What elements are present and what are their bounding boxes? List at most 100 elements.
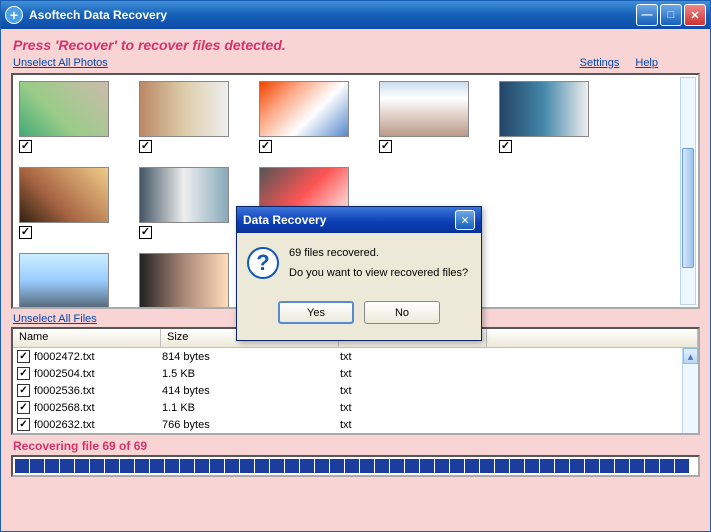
progress-segment <box>330 459 344 473</box>
photo-item[interactable] <box>19 167 109 239</box>
file-row[interactable]: f0002568.txt1.1 KBtxt <box>13 399 698 416</box>
file-size: 1.1 KB <box>162 402 340 414</box>
thumbnail-image <box>139 167 229 223</box>
file-row[interactable]: f0002632.txt766 bytestxt <box>13 416 698 433</box>
progress-segment <box>525 459 539 473</box>
files-scrollbar[interactable]: ▴ <box>682 348 698 433</box>
scrollbar-thumb[interactable] <box>682 148 694 268</box>
column-header-empty <box>487 329 698 347</box>
progress-segment <box>630 459 644 473</box>
file-name: f0002568.txt <box>34 402 162 414</box>
progress-segment <box>210 459 224 473</box>
dialog-close-button[interactable]: ✕ <box>455 210 475 230</box>
photo-checkbox[interactable] <box>259 140 272 153</box>
progress-segment <box>480 459 494 473</box>
progress-segment <box>180 459 194 473</box>
photo-item[interactable] <box>139 253 229 309</box>
progress-segment <box>600 459 614 473</box>
progress-segment <box>255 459 269 473</box>
progress-segment <box>360 459 374 473</box>
progress-segment <box>90 459 104 473</box>
recovery-dialog: Data Recovery ✕ ? 69 files recovered. Do… <box>236 206 482 341</box>
progress-segment <box>345 459 359 473</box>
progress-segment <box>30 459 44 473</box>
yes-button[interactable]: Yes <box>278 301 354 324</box>
photo-item[interactable] <box>139 81 229 153</box>
thumbnail-image <box>499 81 589 137</box>
dialog-message-2: Do you want to view recovered files? <box>289 267 468 279</box>
progress-segment <box>675 459 689 473</box>
photo-checkbox[interactable] <box>139 226 152 239</box>
progress-segment <box>660 459 674 473</box>
file-ext: txt <box>340 368 488 380</box>
file-row[interactable]: f0002472.txt814 bytestxt <box>13 348 698 365</box>
photo-item[interactable] <box>259 81 349 153</box>
photo-item[interactable] <box>139 167 229 239</box>
column-header-name[interactable]: Name <box>13 329 161 347</box>
progress-segment <box>315 459 329 473</box>
photo-checkbox[interactable] <box>139 140 152 153</box>
dialog-title-text: Data Recovery <box>243 213 455 227</box>
app-icon <box>5 6 23 24</box>
instruction-text: Press 'Recover' to recover files detecte… <box>1 29 710 55</box>
unselect-all-photos-link[interactable]: Unselect All Photos <box>13 57 108 69</box>
file-checkbox[interactable] <box>17 367 30 380</box>
photo-checkbox[interactable] <box>19 226 32 239</box>
progress-segment <box>645 459 659 473</box>
progress-segment <box>150 459 164 473</box>
thumbnail-image <box>139 253 229 309</box>
no-button[interactable]: No <box>364 301 440 324</box>
file-checkbox[interactable] <box>17 384 30 397</box>
progress-segment <box>225 459 239 473</box>
file-name: f0002472.txt <box>34 351 162 363</box>
file-checkbox[interactable] <box>17 350 30 363</box>
dialog-titlebar: Data Recovery ✕ <box>237 207 481 233</box>
progress-segment <box>240 459 254 473</box>
photo-checkbox[interactable] <box>499 140 512 153</box>
close-button[interactable]: ✕ <box>684 4 706 26</box>
progress-segment <box>465 459 479 473</box>
progress-segment <box>585 459 599 473</box>
progress-segment <box>135 459 149 473</box>
photo-checkbox[interactable] <box>379 140 392 153</box>
file-row[interactable]: f0002504.txt1.5 KBtxt <box>13 365 698 382</box>
progress-bar <box>11 455 700 477</box>
progress-segment <box>375 459 389 473</box>
photo-checkbox[interactable] <box>19 140 32 153</box>
file-checkbox[interactable] <box>17 401 30 414</box>
help-link[interactable]: Help <box>635 57 658 69</box>
file-ext: txt <box>340 385 488 397</box>
photo-item[interactable] <box>19 81 109 153</box>
progress-segment <box>450 459 464 473</box>
file-name: f0002536.txt <box>34 385 162 397</box>
progress-segment <box>195 459 209 473</box>
photo-item[interactable] <box>499 81 589 153</box>
progress-segment <box>45 459 59 473</box>
minimize-button[interactable]: — <box>636 4 658 26</box>
status-text: Recovering file 69 of 69 <box>1 435 710 455</box>
file-size: 1.5 KB <box>162 368 340 380</box>
progress-segment <box>435 459 449 473</box>
photo-item[interactable] <box>379 81 469 153</box>
titlebar: Asoftech Data Recovery — □ ✕ <box>1 1 710 29</box>
photos-scrollbar[interactable] <box>680 77 696 305</box>
file-size: 414 bytes <box>162 385 340 397</box>
file-name: f0002632.txt <box>34 419 162 431</box>
progress-segment <box>540 459 554 473</box>
file-checkbox[interactable] <box>17 418 30 431</box>
settings-link[interactable]: Settings <box>580 57 620 69</box>
file-row[interactable]: f0002536.txt414 bytestxt <box>13 382 698 399</box>
progress-segment <box>300 459 314 473</box>
maximize-button[interactable]: □ <box>660 4 682 26</box>
progress-segment <box>60 459 74 473</box>
window-title: Asoftech Data Recovery <box>29 8 636 22</box>
files-panel: Name Size Extension f0002472.txt814 byte… <box>11 327 700 435</box>
photo-item[interactable] <box>19 253 109 309</box>
file-ext: txt <box>340 402 488 414</box>
scroll-up-icon[interactable]: ▴ <box>683 348 698 364</box>
progress-segment <box>15 459 29 473</box>
file-size: 814 bytes <box>162 351 340 363</box>
question-icon: ? <box>247 247 279 279</box>
progress-segment <box>510 459 524 473</box>
progress-segment <box>75 459 89 473</box>
